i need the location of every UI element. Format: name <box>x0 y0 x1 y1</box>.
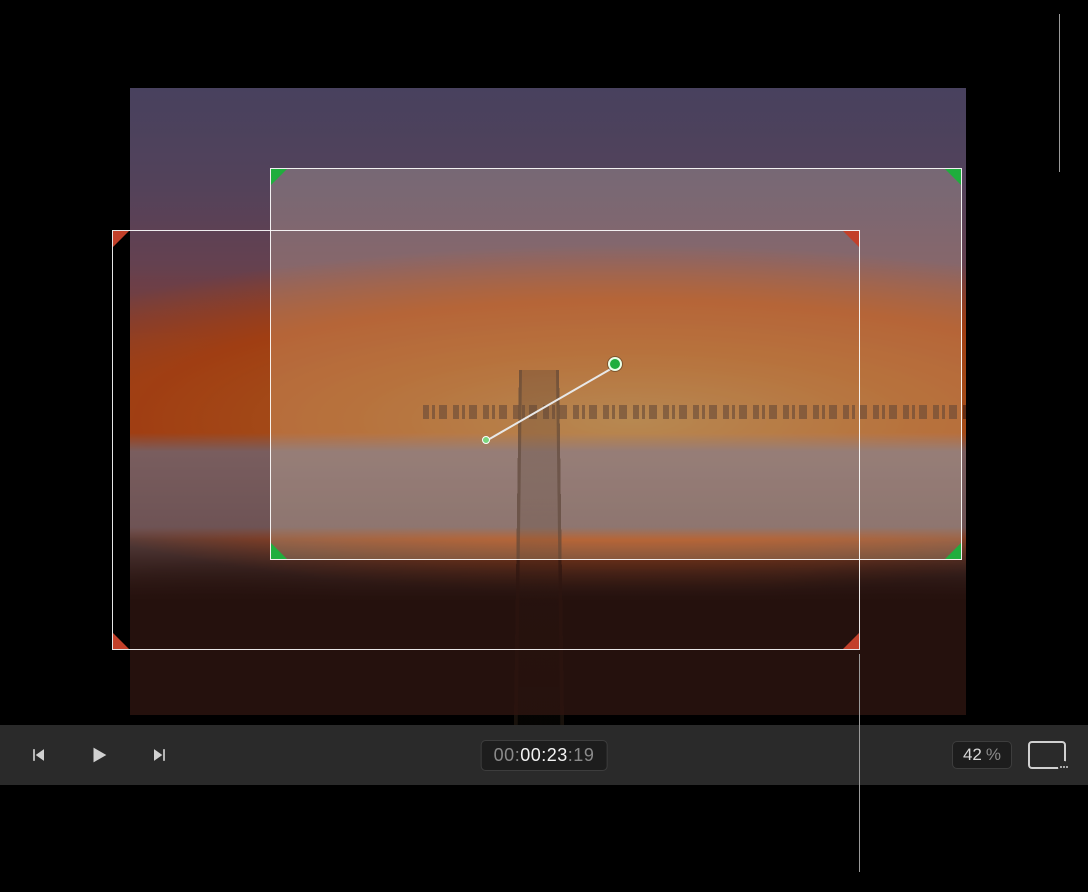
timecode-hours: 00 <box>494 745 515 765</box>
skip-forward-icon <box>149 745 169 765</box>
skip-back-icon <box>29 745 49 765</box>
zoom-value: 42 <box>963 745 982 765</box>
view-options-menu[interactable] <box>1028 741 1066 769</box>
start-frame-handle-tl[interactable] <box>113 231 129 247</box>
zoom-level-control[interactable]: 42 % <box>952 741 1012 769</box>
play-icon <box>88 744 110 766</box>
end-frame-handle-br[interactable] <box>945 543 961 559</box>
timecode-display[interactable]: 00:00:23:19 <box>481 740 608 771</box>
previous-edit-button[interactable] <box>26 742 52 768</box>
end-frame-handle-tr[interactable] <box>945 169 961 185</box>
start-frame-handle-br[interactable] <box>843 633 859 649</box>
zoom-unit: % <box>986 745 1001 765</box>
timecode-seconds: 23 <box>547 745 568 765</box>
end-frame-handle-bl[interactable] <box>271 543 287 559</box>
ken-burns-end-frame[interactable] <box>270 168 962 560</box>
end-frame-handle-tl[interactable] <box>271 169 287 185</box>
next-edit-button[interactable] <box>146 742 172 768</box>
timecode-minutes: 00 <box>520 745 541 765</box>
playback-toolbar: 00:00:23:19 42 % <box>0 725 1088 785</box>
timecode-frames: 19 <box>573 745 594 765</box>
callout-line-upper <box>1059 14 1060 172</box>
callout-line-lower <box>859 654 860 872</box>
play-button[interactable] <box>86 742 112 768</box>
ellipsis-icon <box>1058 761 1070 773</box>
start-frame-handle-bl[interactable] <box>113 633 129 649</box>
viewer-canvas[interactable] <box>0 0 1088 725</box>
